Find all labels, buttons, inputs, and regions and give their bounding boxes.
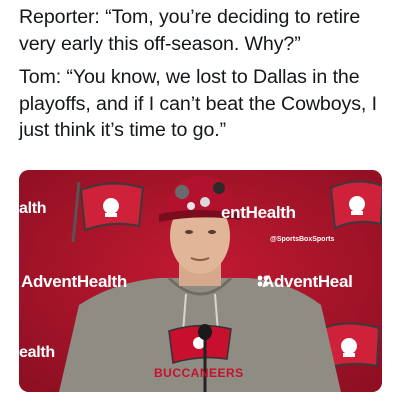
reporter-quote: Reporter: “Tom, you’re deciding to retir…	[19, 6, 361, 55]
backdrop-sponsor-text: AdventHeal	[262, 272, 353, 291]
press-conference-photo: alth entHealth AdventHealth AdventHeal e…	[19, 170, 382, 392]
hoodie-text: BUCCANEERS	[154, 366, 244, 380]
backdrop-sponsor-text: alth	[19, 200, 47, 217]
backdrop-sponsor-text: entHealth	[221, 203, 296, 222]
meme-caption: Reporter: “Tom, you’re deciding to retir…	[19, 4, 391, 144]
flag-logo-icon	[329, 180, 382, 230]
watermark: @SportsBoxSports	[270, 236, 335, 243]
backdrop-sponsor-text: AdventHealth	[21, 272, 127, 291]
backdrop-sponsor-text: ealth	[19, 344, 55, 361]
tom-quote: Tom: “You know, we lost to Dallas in the…	[19, 66, 377, 141]
